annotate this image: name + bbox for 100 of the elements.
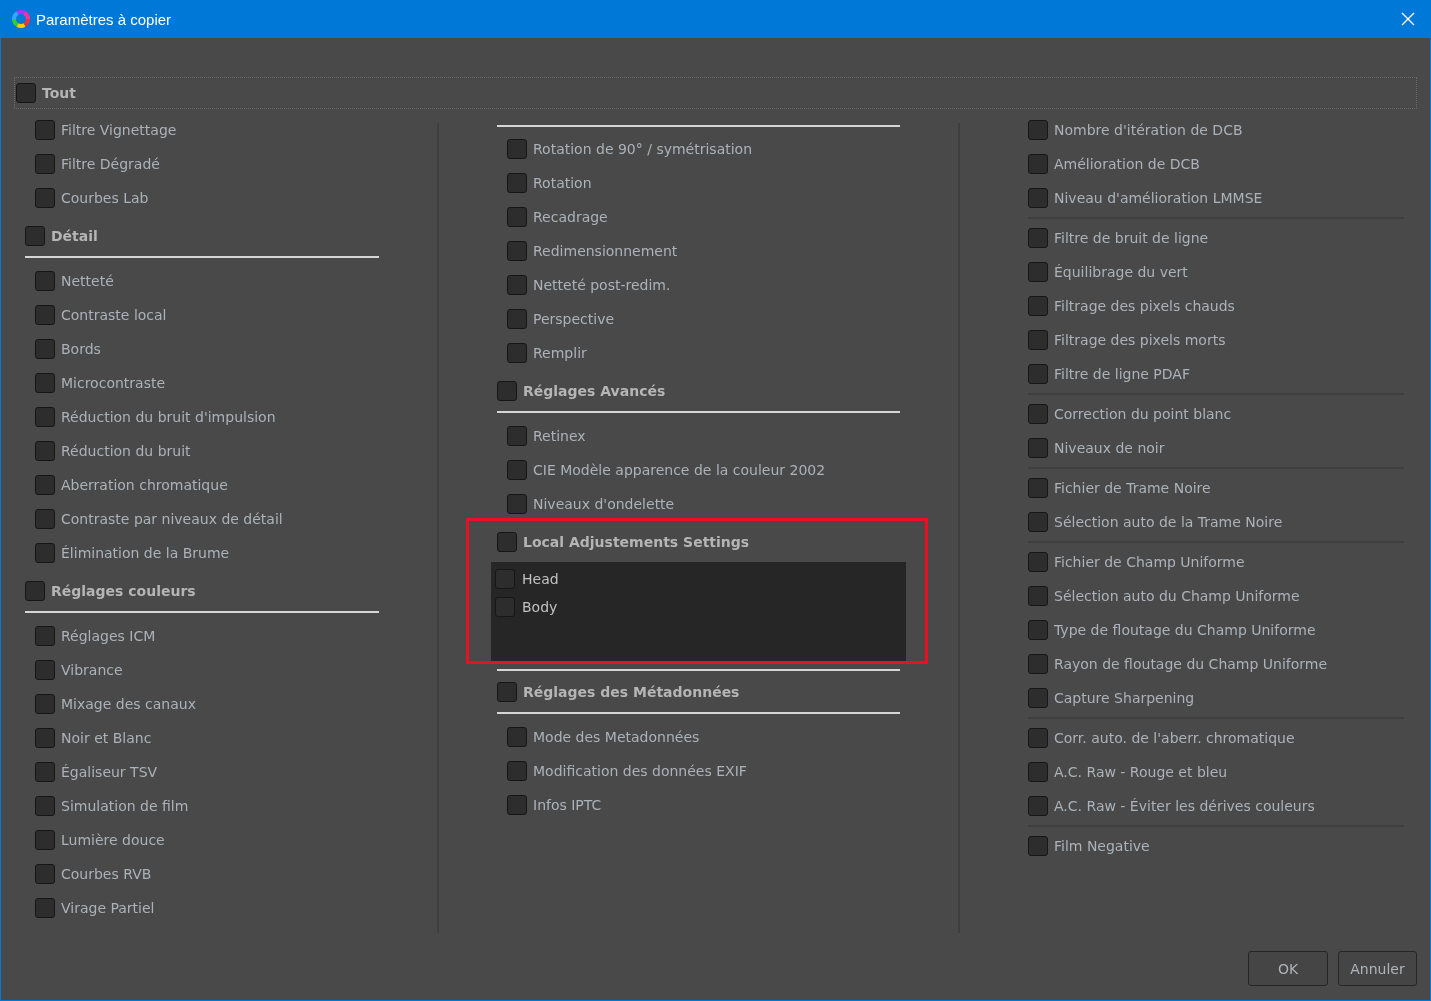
checkbox[interactable] [1028,188,1048,208]
checkbox[interactable] [1028,330,1048,350]
checkbox[interactable] [35,660,55,680]
section-label: Réglages Avancés [523,382,666,399]
checkbox[interactable] [497,531,517,552]
checkbox[interactable] [1028,796,1048,816]
checkbox[interactable] [35,407,55,427]
checkbox[interactable] [1028,512,1048,532]
checkbox[interactable] [35,154,55,174]
checkbox-label: A.C. Raw - Rouge et bleu [1054,764,1228,780]
checkbox[interactable] [16,83,36,103]
checkbox-label: Corr. auto. de l'aberr. chromatique [1054,730,1295,746]
section-label: Réglages couleurs [51,582,196,599]
checkbox[interactable] [1028,620,1048,640]
checkbox[interactable] [497,681,517,702]
checkbox[interactable] [507,207,527,227]
checkbox-label: Microcontraste [61,375,166,391]
checkbox[interactable] [35,120,55,140]
checkbox-label: Filtrage des pixels chauds [1054,298,1235,314]
checkbox-label: Équilibrage du vert [1054,264,1188,280]
checkbox[interactable] [507,761,527,781]
checkbox-label: Redimensionnement [533,243,678,259]
checkbox-label: Capture Sharpening [1054,690,1195,706]
checkbox[interactable] [1028,262,1048,282]
checkbox[interactable] [507,275,527,295]
checkbox-label: Mode des Metadonnées [533,729,700,745]
section-label: Local Adjustements Settings [523,533,750,550]
checkbox[interactable] [35,188,55,208]
checkbox[interactable] [1028,654,1048,674]
checkbox[interactable] [25,225,45,246]
checkbox[interactable] [35,762,55,782]
checkbox[interactable] [35,509,55,529]
checkbox-label: Virage Partiel [61,900,155,916]
checkbox[interactable] [507,343,527,363]
checkbox-label: Recadrage [533,209,608,225]
checkbox[interactable] [497,380,517,401]
checkbox[interactable] [1028,404,1048,424]
checkbox[interactable] [35,626,55,646]
checkbox[interactable] [507,426,527,446]
ok-button[interactable]: OK [1248,951,1328,986]
checkbox[interactable] [1028,728,1048,748]
checkbox[interactable] [1028,228,1048,248]
checkbox[interactable] [35,543,55,563]
checkbox-label: Correction du point blanc [1054,406,1232,422]
checkbox-label: Filtre Vignettage [61,122,177,138]
checkbox[interactable] [1028,296,1048,316]
checkbox[interactable] [35,694,55,714]
checkbox-label: Tout [42,85,76,101]
checkbox[interactable] [507,727,527,747]
checkbox-label: Contraste local [61,307,167,323]
checkbox-label: Body [522,599,558,615]
checkbox[interactable] [1028,364,1048,384]
checkbox[interactable] [1028,120,1048,140]
checkbox[interactable] [1028,836,1048,856]
checkbox-label: Noir et Blanc [61,730,152,746]
cancel-button[interactable]: Annuler [1338,951,1417,986]
checkbox[interactable] [35,441,55,461]
checkbox[interactable] [1028,154,1048,174]
checkbox-label: Rotation [533,175,592,191]
section-label: Réglages des Métadonnées [523,683,740,700]
checkbox-label: Réduction du bruit d'impulsion [61,409,276,425]
checkbox-label: Réduction du bruit [61,443,191,459]
checkbox[interactable] [35,271,55,291]
checkbox[interactable] [25,580,45,601]
checkbox[interactable] [35,475,55,495]
checkbox-label: Mixage des canaux [61,696,196,712]
checkbox[interactable] [1028,586,1048,606]
checkbox[interactable] [1028,438,1048,458]
checkbox[interactable] [507,173,527,193]
checkbox-label: Courbes RVB [61,866,152,882]
checkbox[interactable] [1028,762,1048,782]
checkbox[interactable] [507,795,527,815]
checkbox[interactable] [507,241,527,261]
checkbox-label: Amélioration de DCB [1054,156,1200,172]
checkbox[interactable] [35,373,55,393]
checkbox-label: Infos IPTC [533,797,602,813]
checkbox[interactable] [35,796,55,816]
checkbox-label: Lumière douce [61,832,165,848]
checkbox-label: Fichier de Champ Uniforme [1054,554,1245,570]
checkbox[interactable] [507,494,527,514]
checkbox-label: Niveaux de noir [1054,440,1165,456]
checkbox-label: Modification des données EXIF [533,763,747,779]
checkbox-label: Film Negative [1054,838,1150,854]
close-icon[interactable] [1401,12,1415,26]
checkbox-label: Élimination de la Brume [61,545,230,561]
checkbox[interactable] [35,830,55,850]
checkbox[interactable] [35,339,55,359]
checkbox[interactable] [507,139,527,159]
checkbox[interactable] [35,305,55,325]
checkbox-label: Rotation de 90° / symétrisation [533,141,753,157]
checkbox[interactable] [507,309,527,329]
checkbox-label: Niveaux d'ondelette [533,496,675,512]
checkbox[interactable] [1028,688,1048,708]
checkbox-label: Égaliseur TSV [61,764,158,780]
checkbox[interactable] [1028,552,1048,572]
checkbox[interactable] [507,460,527,480]
checkbox[interactable] [35,864,55,884]
checkbox[interactable] [35,728,55,748]
checkbox[interactable] [1028,478,1048,498]
checkbox[interactable] [35,898,55,918]
